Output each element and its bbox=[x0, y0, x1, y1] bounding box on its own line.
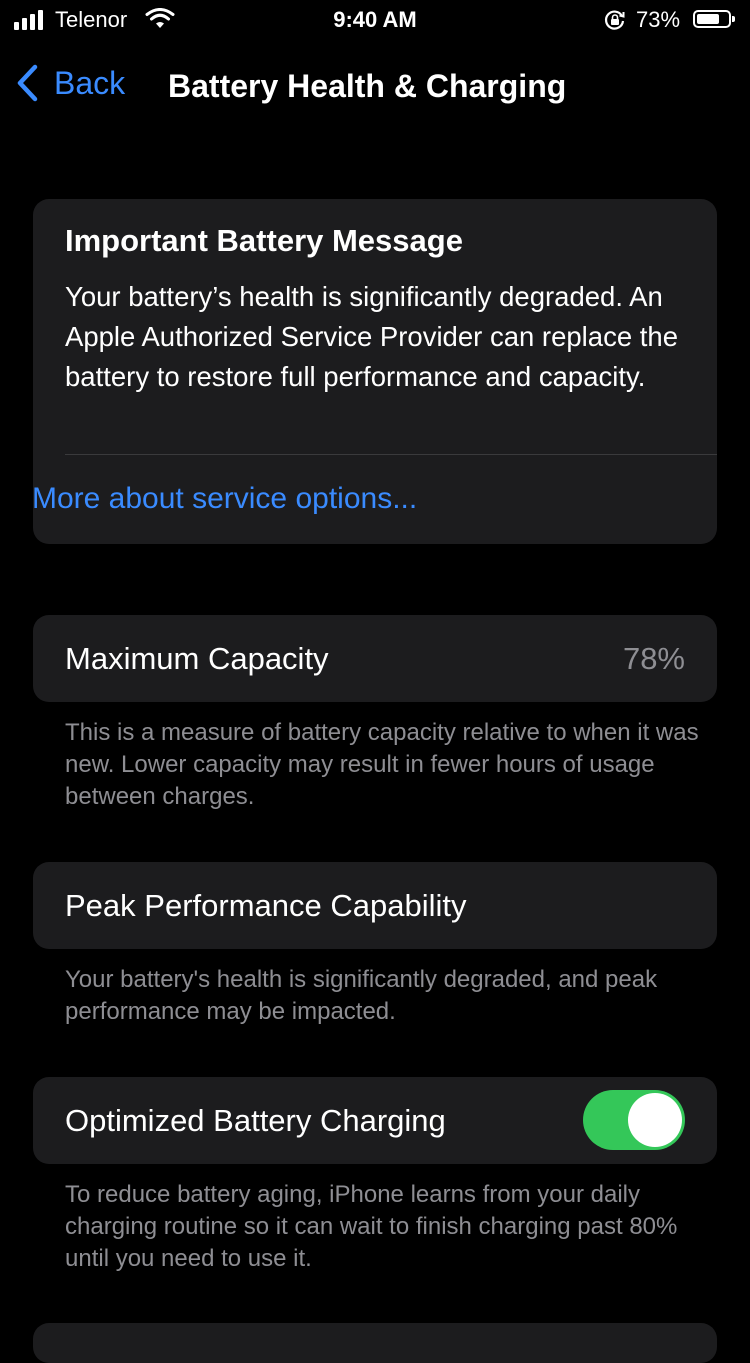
optimized-charging-toggle[interactable] bbox=[583, 1090, 685, 1150]
orientation-lock-icon bbox=[604, 10, 625, 30]
optimized-charging-label: Optimized Battery Charging bbox=[65, 1103, 446, 1138]
back-button[interactable]: Back bbox=[16, 64, 125, 102]
peak-performance-footnote: Your battery's health is significantly d… bbox=[65, 966, 658, 1025]
navigation-bar: Back Battery Health & Charging bbox=[0, 60, 750, 110]
chevron-left-icon bbox=[17, 64, 38, 102]
back-label: Back bbox=[54, 64, 126, 101]
status-bar: Telenor 9:40 AM 73% bbox=[0, 0, 750, 40]
battery-percent: 73% bbox=[636, 7, 681, 32]
maximum-capacity-value: 78% bbox=[622, 641, 685, 676]
message-body: Your battery’s health is significantly d… bbox=[65, 281, 678, 392]
divider bbox=[65, 454, 717, 455]
page-title: Battery Health & Charging bbox=[168, 68, 567, 104]
toggle-knob bbox=[628, 1093, 682, 1147]
maximum-capacity-label: Maximum Capacity bbox=[65, 641, 329, 676]
maximum-capacity-row: Maximum Capacity 78% bbox=[33, 615, 717, 702]
message-title: Important Battery Message bbox=[65, 223, 463, 258]
optimized-charging-row: Optimized Battery Charging bbox=[33, 1077, 717, 1164]
service-options-link[interactable]: More about service options... bbox=[32, 482, 417, 516]
peak-performance-row: Peak Performance Capability bbox=[33, 862, 717, 949]
maximum-capacity-footnote: This is a measure of battery capacity re… bbox=[65, 719, 699, 810]
optimized-charging-footnote: To reduce battery aging, iPhone learns f… bbox=[65, 1181, 678, 1272]
peak-performance-label: Peak Performance Capability bbox=[65, 888, 467, 923]
next-section-card bbox=[33, 1323, 717, 1363]
battery-level-fill bbox=[697, 14, 719, 24]
battery-icon bbox=[693, 10, 735, 28]
